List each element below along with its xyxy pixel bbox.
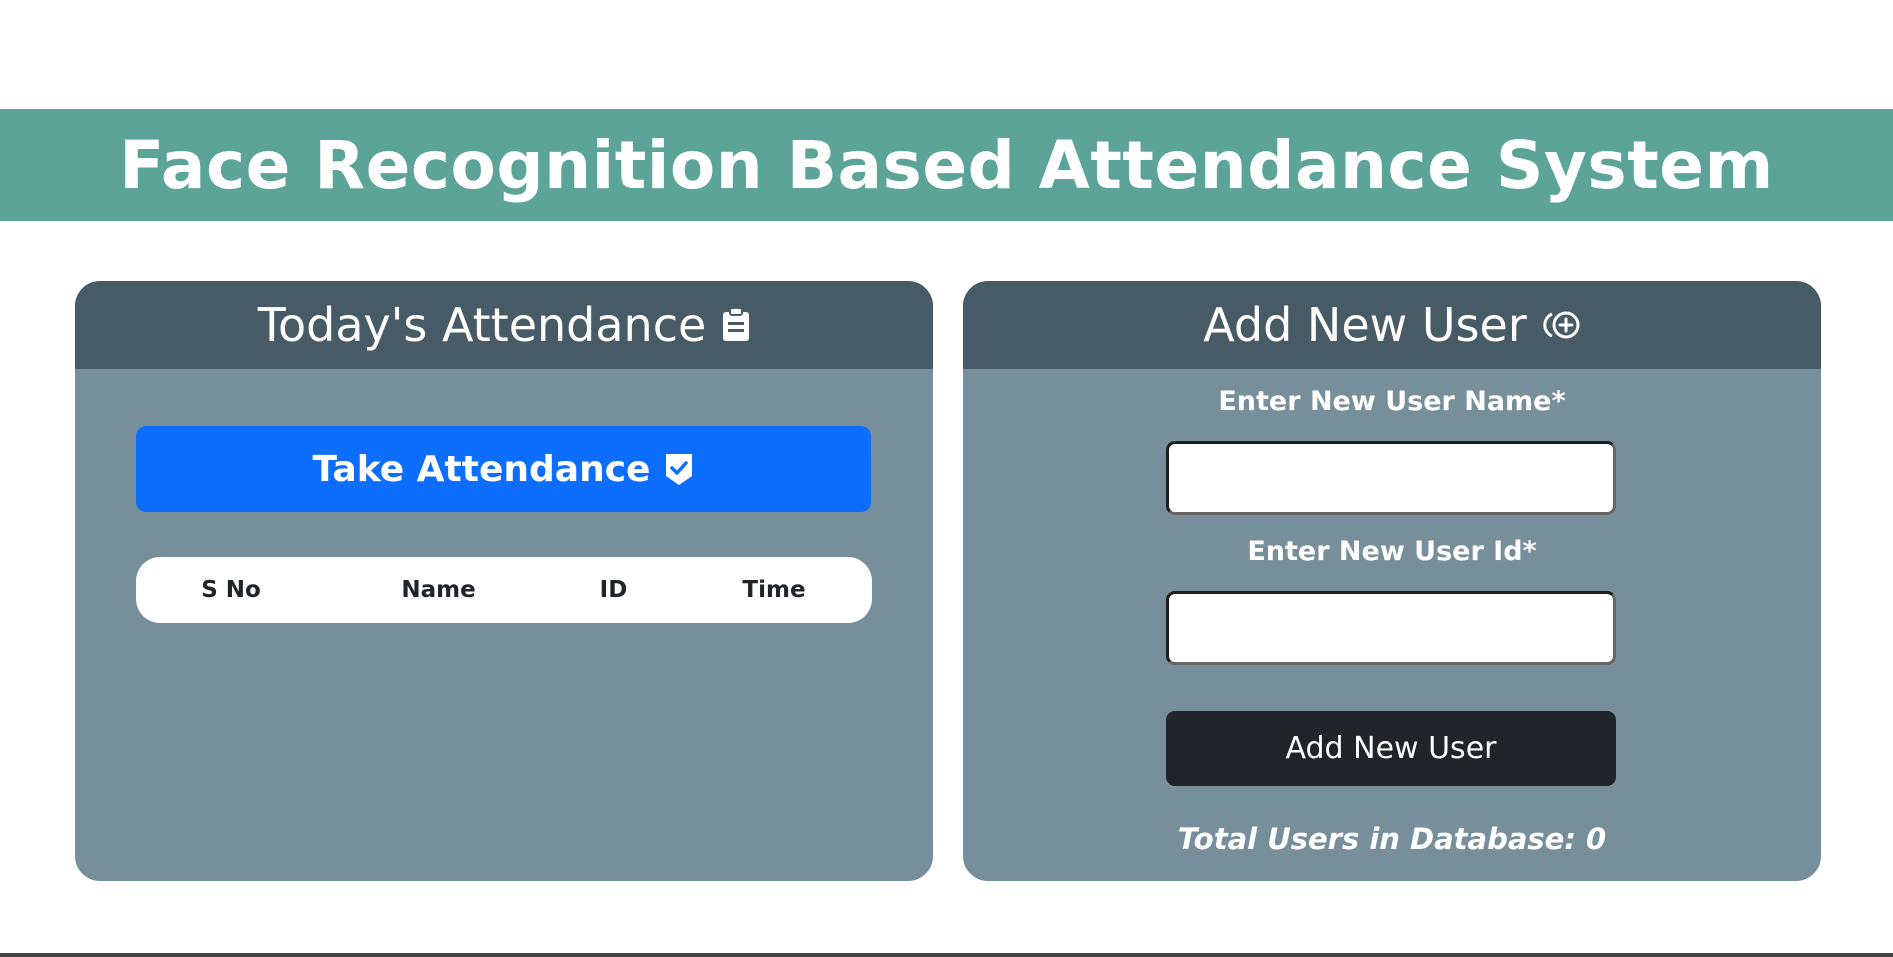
user-id-input[interactable] <box>1166 591 1616 665</box>
add-user-card-title: Add New User <box>1203 298 1527 352</box>
attendance-card-header: Today's Attendance <box>75 281 933 369</box>
column-header-sno: S No <box>201 577 261 603</box>
add-user-card-header: Add New User <box>963 281 1821 369</box>
bottom-divider <box>0 953 1893 957</box>
take-attendance-label: Take Attendance <box>312 448 651 490</box>
attendance-table: S No Name ID Time <box>136 557 872 623</box>
total-users-text: Total Users in Database: 0 <box>1177 822 1607 856</box>
page-title: Face Recognition Based Attendance System <box>119 126 1774 204</box>
add-user-card: Add New User Enter New User Name* Enter … <box>963 281 1821 881</box>
user-id-label: Enter New User Id* <box>1247 536 1537 567</box>
shield-check-icon <box>664 452 694 486</box>
add-new-user-button[interactable]: Add New User <box>1166 711 1616 786</box>
column-header-time: Time <box>742 577 806 603</box>
user-name-input[interactable] <box>1166 441 1616 515</box>
column-header-name: Name <box>401 577 476 603</box>
column-header-id: ID <box>599 577 628 603</box>
take-attendance-button[interactable]: Take Attendance <box>136 426 871 512</box>
attendance-card: Today's Attendance Take Attendance S No … <box>75 281 933 881</box>
person-add-icon <box>1543 309 1581 341</box>
clipboard-icon <box>722 308 750 342</box>
page: Face Recognition Based Attendance System… <box>0 0 1893 957</box>
user-name-label: Enter New User Name* <box>1218 386 1566 417</box>
attendance-card-title: Today's Attendance <box>257 298 707 352</box>
attendance-table-header-row: S No Name ID Time <box>136 557 872 623</box>
title-banner: Face Recognition Based Attendance System <box>0 109 1893 221</box>
